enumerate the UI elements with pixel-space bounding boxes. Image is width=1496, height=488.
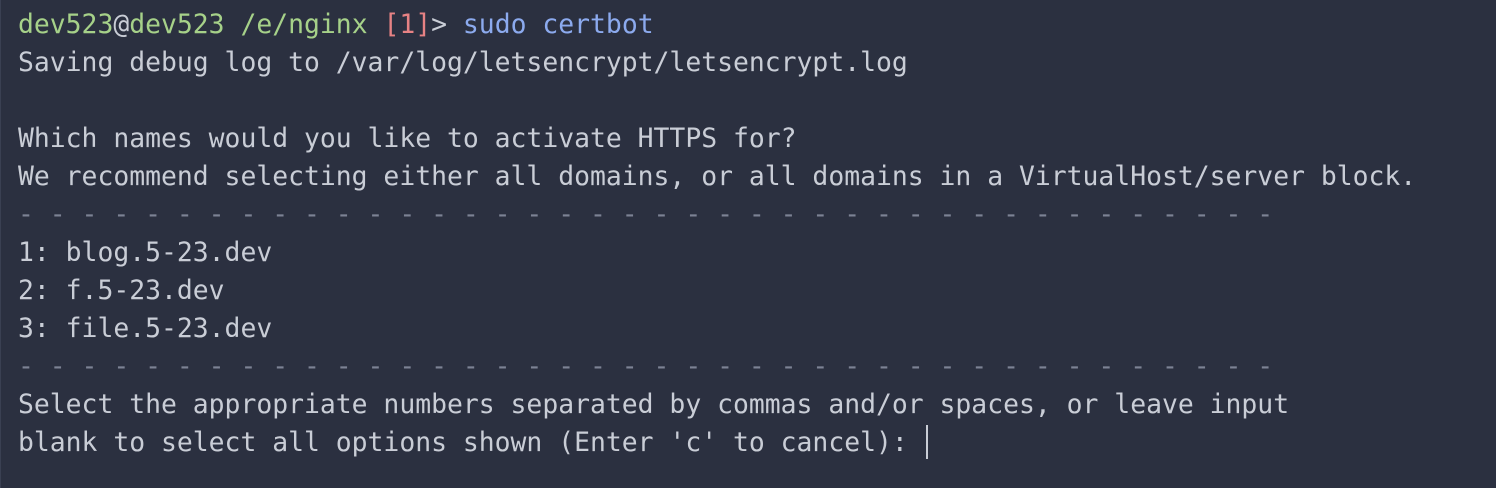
shell-prompt-line: dev523@dev523 /e/nginx [1]> sudo certbot [18, 6, 654, 44]
recommendation-text: We recommend selecting either all domain… [18, 161, 1417, 192]
divider-bottom: - - - - - - - - - - - - - - - - - - - - … [18, 351, 1274, 382]
prompt-cwd: /e/nginx [240, 9, 368, 40]
text-cursor [925, 425, 928, 459]
terminal-window[interactable]: dev523@dev523 /e/nginx [1]> sudo certbot… [0, 0, 1496, 488]
domain-option-3: 3: file.5-23.dev [18, 313, 273, 344]
prompt-arrow: > [431, 9, 448, 40]
prompt-at: @ [113, 9, 130, 40]
prompt-host: dev523 [129, 9, 225, 40]
question-text: Which names would you like to activate H… [18, 123, 797, 154]
divider-top: - - - - - - - - - - - - - - - - - - - - … [18, 199, 1274, 230]
saving-log-message: Saving debug log to /var/log/letsencrypt… [18, 47, 908, 78]
domain-option-1: 1: blog.5-23.dev [18, 237, 273, 268]
command-argument: certbot [542, 9, 654, 40]
prompt-status-code: 1 [399, 9, 416, 40]
select-prompt-line-2[interactable]: blank to select all options shown (Enter… [18, 424, 928, 462]
command-name: sudo [462, 9, 527, 40]
select-prompt-line-1: Select the appropriate numbers separated… [18, 389, 1290, 420]
select-prompt-text: blank to select all options shown (Enter… [18, 427, 924, 458]
domain-option-2: 2: f.5-23.dev [18, 275, 225, 306]
prompt-status-open: [ [383, 9, 400, 40]
prompt-status-close: ] [415, 9, 432, 40]
prompt-user: dev523 [18, 9, 114, 40]
